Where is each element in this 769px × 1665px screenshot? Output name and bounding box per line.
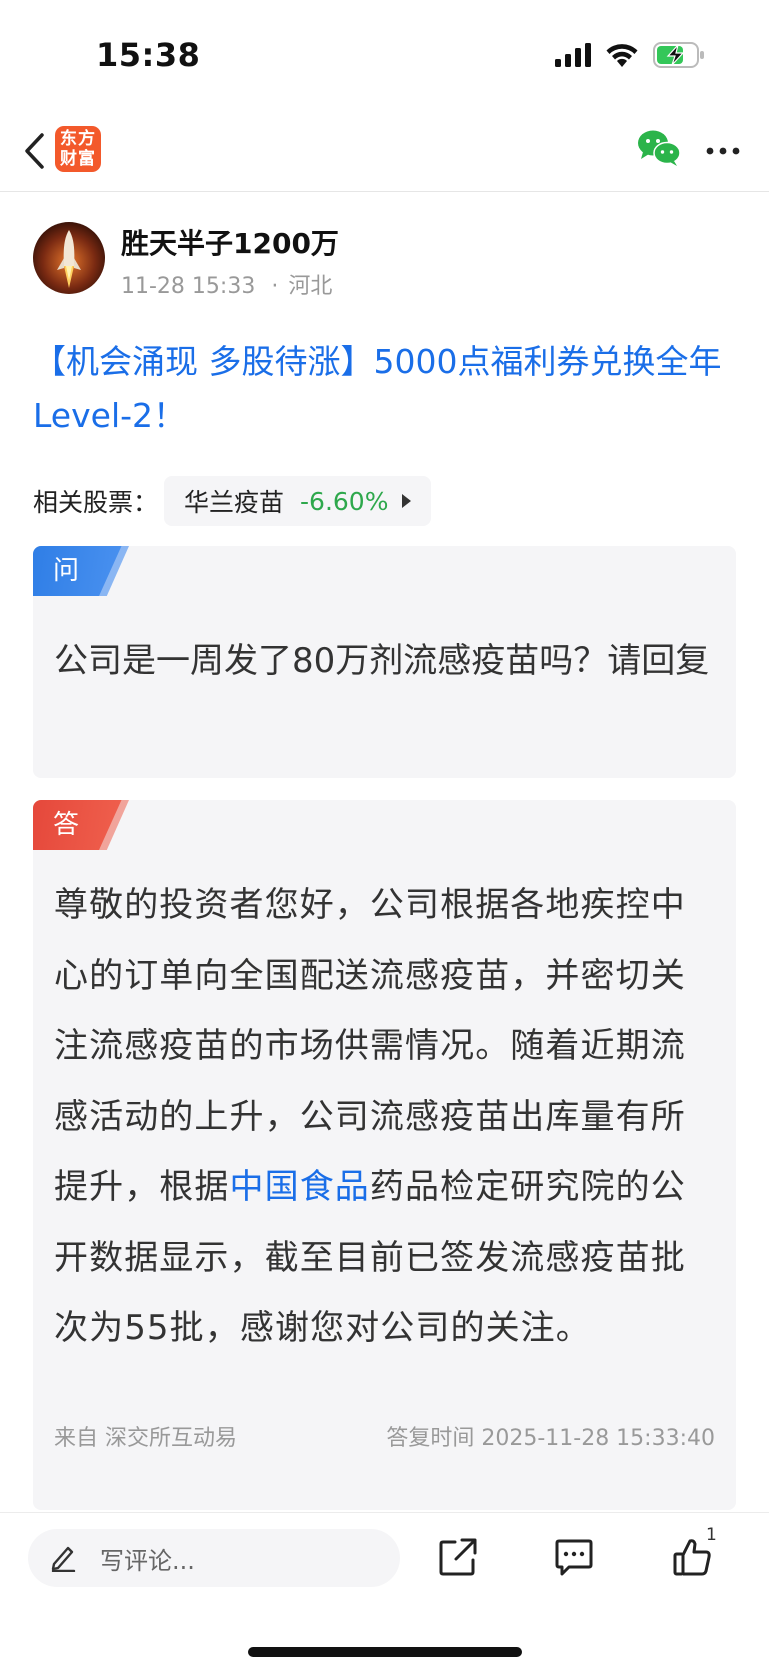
back-button[interactable] <box>14 128 54 174</box>
author-meta: 11-28 15:33 · 河北 <box>121 268 332 300</box>
comment-icon <box>555 1539 593 1576</box>
answer-text: 尊敬的投资者您好，公司根据各地疾控中心的订单向全国配送流感疫苗，并密切关注流感疫… <box>54 870 716 1364</box>
wechat-icon <box>638 130 681 166</box>
nav-bar: 东方 财富 <box>0 110 769 192</box>
battery-charging-icon <box>653 42 704 68</box>
more-dots-icon <box>706 147 740 155</box>
like-count: 1 <box>706 1525 717 1545</box>
answer-text-part1: 尊敬的投资者您好，公司根据各地疾控中心的订单向全国配送流感疫苗，并密切关注流感疫… <box>54 885 686 1207</box>
stock-change: -6.60% <box>300 486 389 516</box>
bottom-action-bar: 写评论... 1 <box>0 1512 769 1665</box>
avatar[interactable] <box>33 222 105 294</box>
post-title-link[interactable]: 【机会涌现 多股待涨】5000点福利券兑换全年Level-2！ <box>33 335 738 443</box>
wechat-share-button[interactable] <box>637 128 681 172</box>
home-indicator <box>248 1647 522 1657</box>
share-button[interactable] <box>434 1533 482 1581</box>
answer-stock-link[interactable]: 中国食品 <box>230 1167 370 1207</box>
answer-footer: 来自 深交所互动易 答复时间 2025-11-28 15:33:40 <box>54 1420 715 1452</box>
comment-button[interactable] <box>550 1533 598 1581</box>
wifi-icon <box>606 44 638 67</box>
status-bar: 15:38 <box>0 0 769 110</box>
status-time: 15:38 <box>96 36 201 74</box>
stock-chip[interactable]: 华兰疫苗 -6.60% <box>164 476 432 526</box>
author-name[interactable]: 胜天半子1200万 <box>121 222 339 262</box>
status-icons <box>555 42 705 68</box>
stock-name: 华兰疫苗 <box>184 488 285 517</box>
meta-separator: · <box>271 274 279 299</box>
chevron-left-icon <box>25 133 44 169</box>
eastmoney-logo: 东方 财富 <box>55 126 101 172</box>
play-arrow-icon <box>402 494 412 508</box>
author-header: 胜天半子1200万 11-28 15:33 · 河北 <box>33 222 739 302</box>
related-stock-row: 相关股票： 华兰疫苗 -6.60% <box>33 476 432 526</box>
logo-text-line1: 东方 <box>60 129 96 149</box>
pencil-icon <box>51 1546 76 1572</box>
logo-text-line2: 财富 <box>60 149 96 169</box>
answer-card: 答 尊敬的投资者您好，公司根据各地疾控中心的订单向全国配送流感疫苗，并密切关注流… <box>33 800 736 1510</box>
comment-placeholder: 写评论... <box>100 1546 195 1575</box>
related-stock-label: 相关股票： <box>33 488 159 517</box>
share-icon <box>439 1538 477 1576</box>
more-options-button[interactable] <box>703 134 743 168</box>
answer-source: 来自 深交所互动易 <box>54 1426 237 1451</box>
question-text: 公司是一周发了80万剂流感疫苗吗？请回复 <box>54 641 710 681</box>
question-card: 问 公司是一周发了80万剂流感疫苗吗？请回复 <box>33 546 736 778</box>
comment-input[interactable]: 写评论... <box>28 1529 400 1587</box>
cellular-signal-icon <box>555 43 591 67</box>
post-time: 11-28 15:33 <box>121 274 256 299</box>
post-location: 河北 <box>288 274 333 299</box>
rocket-avatar-image <box>33 222 105 294</box>
answer-reply-time: 答复时间 2025-11-28 15:33:40 <box>386 1426 715 1451</box>
